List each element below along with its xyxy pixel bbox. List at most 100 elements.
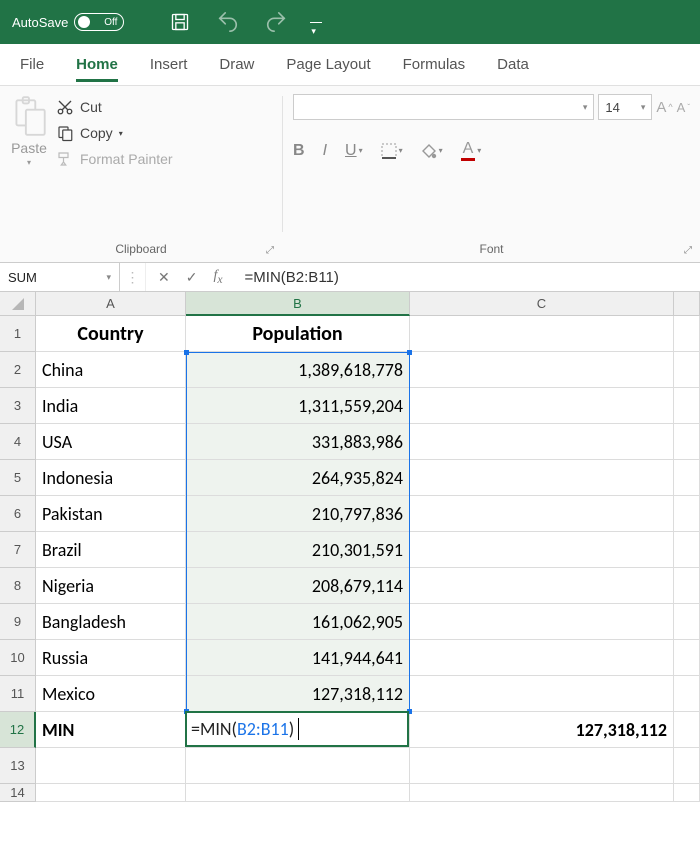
cell-A2[interactable]: China	[36, 352, 186, 388]
cell-tail-9[interactable]	[674, 604, 700, 640]
cell-B12[interactable]	[186, 712, 410, 748]
tab-draw[interactable]: Draw	[219, 48, 254, 81]
col-header-A[interactable]: A	[36, 292, 186, 316]
row-header-12[interactable]: 12	[0, 712, 36, 748]
row-header-9[interactable]: 9	[0, 604, 36, 640]
cell-A8[interactable]: Nigeria	[36, 568, 186, 604]
cell-B8[interactable]: 208,679,114	[186, 568, 410, 604]
border-button[interactable]: ▾	[381, 143, 403, 159]
tab-formulas[interactable]: Formulas	[403, 48, 466, 81]
clipboard-dialog-launcher-icon[interactable]: ⤢	[266, 245, 274, 256]
chevron-down-icon[interactable]: ▾	[583, 102, 588, 113]
cell-C9[interactable]	[410, 604, 674, 640]
cell-B6[interactable]: 210,797,836	[186, 496, 410, 532]
col-header-C[interactable]: C	[410, 292, 674, 316]
cell-tail-13[interactable]	[674, 748, 700, 784]
row-header-5[interactable]: 5	[0, 460, 36, 496]
bold-button[interactable]: B	[293, 142, 305, 160]
chevron-down-icon[interactable]: ▾	[641, 102, 646, 113]
tab-page-layout[interactable]: Page Layout	[286, 48, 370, 81]
cell-B11[interactable]: 127,318,112	[186, 676, 410, 712]
select-all-corner[interactable]	[0, 292, 36, 316]
cell-C13[interactable]	[410, 748, 674, 784]
format-painter-button[interactable]: Format Painter	[56, 150, 173, 168]
cell-partial[interactable]	[36, 784, 186, 802]
cell-C11[interactable]	[410, 676, 674, 712]
cell-tail-5[interactable]	[674, 460, 700, 496]
cell-tail-7[interactable]	[674, 532, 700, 568]
cell-tail-3[interactable]	[674, 388, 700, 424]
fill-color-button[interactable]: ▾	[421, 143, 443, 159]
chevron-down-icon[interactable]: ▾	[27, 158, 31, 167]
formula-input[interactable]: =MIN(B2:B11)	[235, 263, 700, 291]
underline-button[interactable]: U ▾	[345, 142, 363, 160]
font-color-button[interactable]: A ▾	[461, 140, 482, 161]
tab-insert[interactable]: Insert	[150, 48, 188, 81]
cell-A11[interactable]: Mexico	[36, 676, 186, 712]
fx-icon[interactable]: fx	[213, 268, 222, 286]
cell-tail-8[interactable]	[674, 568, 700, 604]
formula-bar-handle[interactable]: ⋮	[120, 263, 146, 291]
cancel-formula-icon[interactable]: ✕	[158, 269, 170, 286]
cell-A7[interactable]: Brazil	[36, 532, 186, 568]
cell-tail-12[interactable]	[674, 712, 700, 748]
save-icon[interactable]	[160, 0, 200, 44]
cell-partial[interactable]	[186, 784, 410, 802]
cell-C10[interactable]	[410, 640, 674, 676]
cell-tail-11[interactable]	[674, 676, 700, 712]
cell-tail-6[interactable]	[674, 496, 700, 532]
tab-file[interactable]: File	[20, 48, 44, 81]
font-size-combo[interactable]: 14 ▾	[598, 94, 652, 120]
cell-tail-10[interactable]	[674, 640, 700, 676]
decrease-font-size-button[interactable]: Aˇ	[677, 100, 690, 115]
qat-customize-icon[interactable]: ▾	[304, 0, 328, 44]
cell-B1[interactable]: Population	[186, 316, 410, 352]
row-header-14[interactable]: 14	[0, 784, 36, 802]
col-header-next[interactable]	[674, 292, 700, 316]
chevron-down-icon[interactable]: ▾	[119, 129, 123, 138]
cell-A10[interactable]: Russia	[36, 640, 186, 676]
row-header-4[interactable]: 4	[0, 424, 36, 460]
cell-tail-4[interactable]	[674, 424, 700, 460]
cell-C6[interactable]	[410, 496, 674, 532]
autosave-toggle[interactable]: AutoSave Off	[12, 13, 124, 31]
increase-font-size-button[interactable]: A^	[656, 99, 672, 116]
cell-partial[interactable]	[410, 784, 674, 802]
cell-A4[interactable]: USA	[36, 424, 186, 460]
tab-data[interactable]: Data	[497, 48, 529, 81]
cell-C7[interactable]	[410, 532, 674, 568]
row-header-7[interactable]: 7	[0, 532, 36, 568]
cell-B3[interactable]: 1,311,559,204	[186, 388, 410, 424]
row-header-10[interactable]: 10	[0, 640, 36, 676]
row-header-6[interactable]: 6	[0, 496, 36, 532]
cell-C8[interactable]	[410, 568, 674, 604]
cut-button[interactable]: Cut	[56, 98, 173, 116]
cell-partial[interactable]	[674, 784, 700, 802]
cell-B13[interactable]	[186, 748, 410, 784]
cell-C5[interactable]	[410, 460, 674, 496]
cell-A12[interactable]: MIN	[36, 712, 186, 748]
spreadsheet-grid[interactable]: A B C 1CountryPopulation2China1,389,618,…	[0, 292, 700, 802]
cell-B9[interactable]: 161,062,905	[186, 604, 410, 640]
italic-button[interactable]: I	[323, 142, 327, 160]
redo-icon[interactable]	[256, 0, 296, 44]
chevron-down-icon[interactable]: ▾	[106, 272, 111, 283]
cell-C1[interactable]	[410, 316, 674, 352]
row-header-13[interactable]: 13	[0, 748, 36, 784]
cell-B10[interactable]: 141,944,641	[186, 640, 410, 676]
cell-tail-2[interactable]	[674, 352, 700, 388]
tab-home[interactable]: Home	[76, 48, 118, 81]
cell-A3[interactable]: India	[36, 388, 186, 424]
cell-C4[interactable]	[410, 424, 674, 460]
cell-tail-1[interactable]	[674, 316, 700, 352]
cell-A13[interactable]	[36, 748, 186, 784]
font-name-combo[interactable]: ▾	[293, 94, 594, 120]
cell-B7[interactable]: 210,301,591	[186, 532, 410, 568]
font-dialog-launcher-icon[interactable]: ⤢	[684, 245, 692, 256]
row-header-8[interactable]: 8	[0, 568, 36, 604]
cell-A9[interactable]: Bangladesh	[36, 604, 186, 640]
cell-B5[interactable]: 264,935,824	[186, 460, 410, 496]
undo-icon[interactable]	[208, 0, 248, 44]
copy-button[interactable]: Copy ▾	[56, 124, 173, 142]
row-header-3[interactable]: 3	[0, 388, 36, 424]
